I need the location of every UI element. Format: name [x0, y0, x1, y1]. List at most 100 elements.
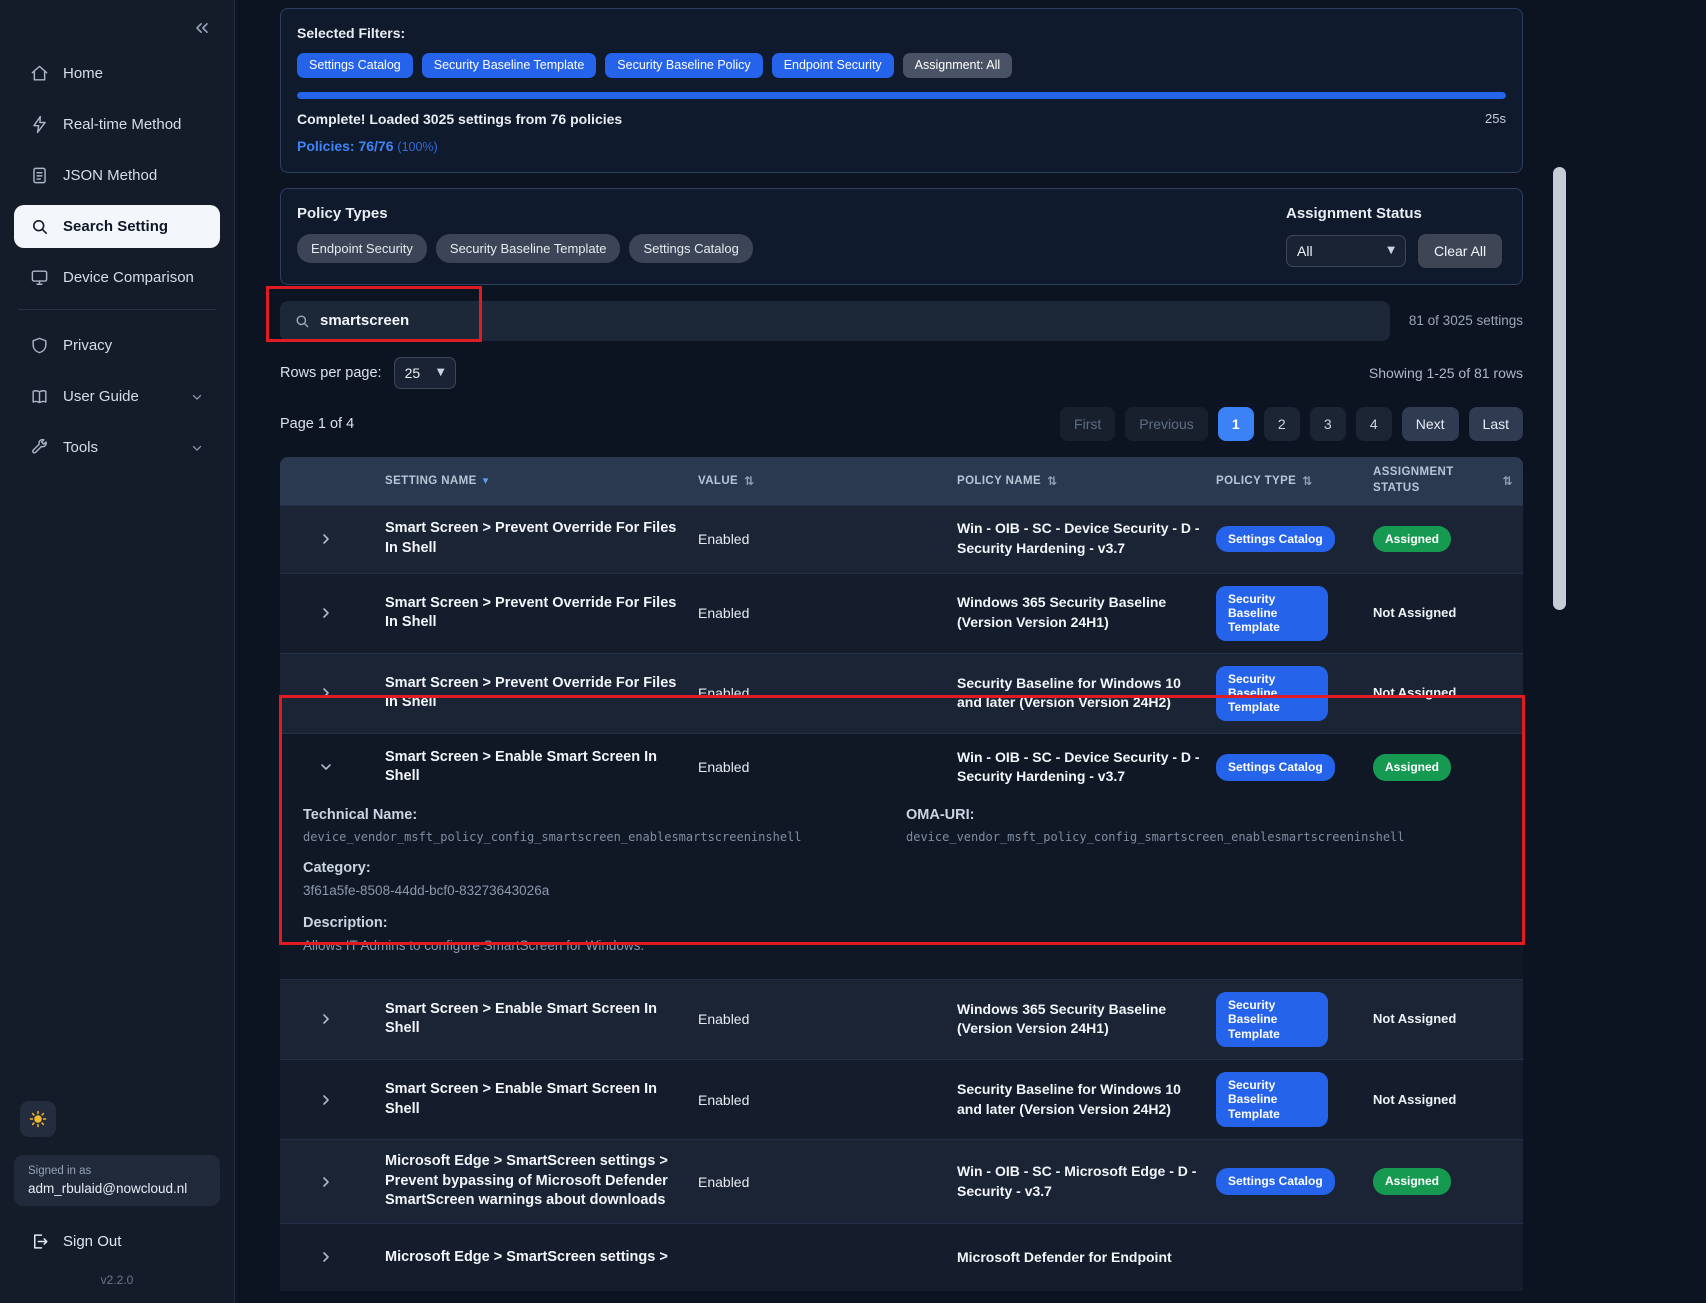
- table-row[interactable]: Smart Screen > Prevent Override For File…: [280, 505, 1523, 573]
- sidebar-item-user-guide[interactable]: User Guide: [14, 375, 220, 418]
- setting-value: Enabled: [698, 1174, 957, 1190]
- previous-page-button[interactable]: Previous: [1125, 407, 1207, 441]
- scrollbar-thumb[interactable]: [1553, 167, 1566, 610]
- search-results-count: 81 of 3025 settings: [1409, 313, 1523, 328]
- search-box[interactable]: [280, 301, 1390, 341]
- policy-type-badge: Settings Catalog: [1216, 1168, 1335, 1194]
- sidebar-item-label: JSON Method: [63, 167, 157, 184]
- filter-chip-endpoint-security[interactable]: Endpoint Security: [772, 53, 894, 78]
- filter-chip-assignment-all[interactable]: Assignment: All: [903, 53, 1012, 78]
- setting-value: Enabled: [698, 759, 957, 775]
- policy-name: Security Baseline for Windows 10 and lat…: [957, 1080, 1216, 1119]
- column-header-assignment-status[interactable]: Assignment Status ⇅: [1373, 465, 1523, 496]
- sidebar: Home Real-time Method JSON Method Search…: [0, 0, 235, 1303]
- sidebar-item-label: Tools: [63, 439, 98, 456]
- table-row[interactable]: Smart Screen > Prevent Override For File…: [280, 573, 1523, 653]
- page-1-button[interactable]: 1: [1218, 407, 1254, 441]
- wrench-icon: [30, 438, 49, 457]
- sidebar-item-json-method[interactable]: JSON Method: [14, 154, 220, 197]
- policy-type-badge: Security Baseline Template: [1216, 1072, 1328, 1127]
- monitor-icon: [30, 268, 49, 287]
- chevron-right-icon[interactable]: [318, 1249, 334, 1265]
- assignment-status-badge: Assigned: [1373, 1168, 1451, 1194]
- sort-icon: ⇅: [1302, 474, 1312, 488]
- sidebar-item-label: Search Setting: [63, 218, 168, 235]
- description-value: Allows IT Admins to configure SmartScree…: [303, 938, 1523, 953]
- setting-name: Smart Screen > Prevent Override For File…: [385, 594, 698, 633]
- filter-chip-security-baseline-policy[interactable]: Security Baseline Policy: [605, 53, 762, 78]
- sidebar-item-label: Home: [63, 65, 103, 82]
- table-row[interactable]: Microsoft Edge > SmartScreen settings > …: [280, 1223, 1523, 1291]
- theme-toggle-button[interactable]: [20, 1101, 56, 1137]
- table-row[interactable]: Smart Screen > Enable Smart Screen In Sh…: [280, 733, 1523, 801]
- sidebar-item-realtime-method[interactable]: Real-time Method: [14, 103, 220, 146]
- policies-count: Policies: 76/76: [297, 138, 394, 154]
- search-input[interactable]: [320, 312, 1376, 329]
- chevron-right-icon[interactable]: [318, 531, 334, 547]
- sidebar-item-privacy[interactable]: Privacy: [14, 324, 220, 367]
- next-page-button[interactable]: Next: [1402, 407, 1459, 441]
- chevron-right-icon[interactable]: [318, 685, 334, 701]
- setting-value: Enabled: [698, 685, 957, 701]
- assignment-status-text: Not Assigned: [1373, 1011, 1456, 1026]
- chevron-right-icon[interactable]: [318, 1174, 334, 1190]
- sidebar-item-device-comparison[interactable]: Device Comparison: [14, 256, 220, 299]
- policy-type-chip-security-baseline-template[interactable]: Security Baseline Template: [436, 234, 621, 263]
- table-row[interactable]: Smart Screen > Prevent Override For File…: [280, 653, 1523, 733]
- table-row[interactable]: Microsoft Edge > SmartScreen settings > …: [280, 1139, 1523, 1223]
- setting-name: Smart Screen > Prevent Override For File…: [385, 674, 698, 713]
- setting-value: Enabled: [698, 531, 957, 547]
- sidebar-bottom: Signed in as adm_rbulaid@nowcloud.nl Sig…: [0, 1101, 234, 1303]
- load-progress-bar: [297, 92, 1506, 99]
- assignment-status-text: Not Assigned: [1373, 685, 1456, 700]
- policy-type-chip-settings-catalog[interactable]: Settings Catalog: [629, 234, 752, 263]
- sidebar-collapse-button[interactable]: [192, 18, 212, 38]
- page-2-button[interactable]: 2: [1264, 407, 1300, 441]
- column-header-value[interactable]: Value ⇅: [698, 474, 957, 488]
- rows-per-page-select[interactable]: 25 ▼: [394, 357, 456, 389]
- table-row[interactable]: Smart Screen > Enable Smart Screen In Sh…: [280, 1059, 1523, 1139]
- category-value: 3f61a5fe-8508-44dd-bcf0-83273643026a: [303, 883, 1523, 898]
- main-content: Selected Filters: Settings Catalog Secur…: [280, 0, 1523, 1291]
- filter-chip-settings-catalog[interactable]: Settings Catalog: [297, 53, 413, 78]
- first-page-button[interactable]: First: [1060, 407, 1115, 441]
- assignment-status-label: Assignment Status: [1286, 205, 1506, 222]
- filter-chip-security-baseline-template[interactable]: Security Baseline Template: [422, 53, 597, 78]
- sign-out-button[interactable]: Sign Out: [14, 1224, 220, 1259]
- column-header-policy-type[interactable]: Policy Type ⇅: [1216, 474, 1373, 488]
- home-icon: [30, 64, 49, 83]
- pager: First Previous 1 2 3 4 Next Last: [1060, 407, 1523, 441]
- sidebar-item-home[interactable]: Home: [14, 52, 220, 95]
- column-header-setting-name[interactable]: Setting Name ▾: [385, 474, 698, 487]
- signed-in-user: adm_rbulaid@nowcloud.nl: [28, 1181, 206, 1196]
- policy-type-badge: Settings Catalog: [1216, 754, 1335, 780]
- column-header-policy-name[interactable]: Policy Name ⇅: [957, 474, 1216, 488]
- last-page-button[interactable]: Last: [1469, 407, 1523, 441]
- page-4-button[interactable]: 4: [1356, 407, 1392, 441]
- search-icon: [294, 313, 310, 329]
- shield-icon: [30, 336, 49, 355]
- setting-name: Smart Screen > Prevent Override For File…: [385, 519, 698, 558]
- chevron-right-icon[interactable]: [318, 1011, 334, 1027]
- policy-name: Windows 365 Security Baseline (Version V…: [957, 1000, 1216, 1039]
- clear-all-button[interactable]: Clear All: [1418, 234, 1502, 268]
- table-row[interactable]: Smart Screen > Enable Smart Screen In Sh…: [280, 979, 1523, 1059]
- policy-type-chip-endpoint-security[interactable]: Endpoint Security: [297, 234, 427, 263]
- page-3-button[interactable]: 3: [1310, 407, 1346, 441]
- selected-filters-title: Selected Filters:: [297, 25, 1506, 41]
- sidebar-item-search-setting[interactable]: Search Setting: [14, 205, 220, 248]
- chevron-right-icon[interactable]: [318, 605, 334, 621]
- setting-detail-panel: Technical Name: device_vendor_msft_polic…: [280, 801, 1523, 979]
- assignment-status-text: Not Assigned: [1373, 1092, 1456, 1107]
- setting-name: Smart Screen > Enable Smart Screen In Sh…: [385, 1000, 698, 1039]
- policy-type-badge: Security Baseline Template: [1216, 586, 1328, 641]
- policy-types-title: Policy Types: [297, 205, 753, 222]
- sidebar-item-tools[interactable]: Tools: [14, 426, 220, 469]
- setting-value: Enabled: [698, 1011, 957, 1027]
- setting-value: Enabled: [698, 1092, 957, 1108]
- load-progress-fill: [297, 92, 1506, 99]
- policy-type-badge: Settings Catalog: [1216, 526, 1335, 552]
- chevron-down-icon[interactable]: [318, 759, 334, 775]
- chevron-right-icon[interactable]: [318, 1092, 334, 1108]
- assignment-status-select[interactable]: All ▼: [1286, 235, 1406, 267]
